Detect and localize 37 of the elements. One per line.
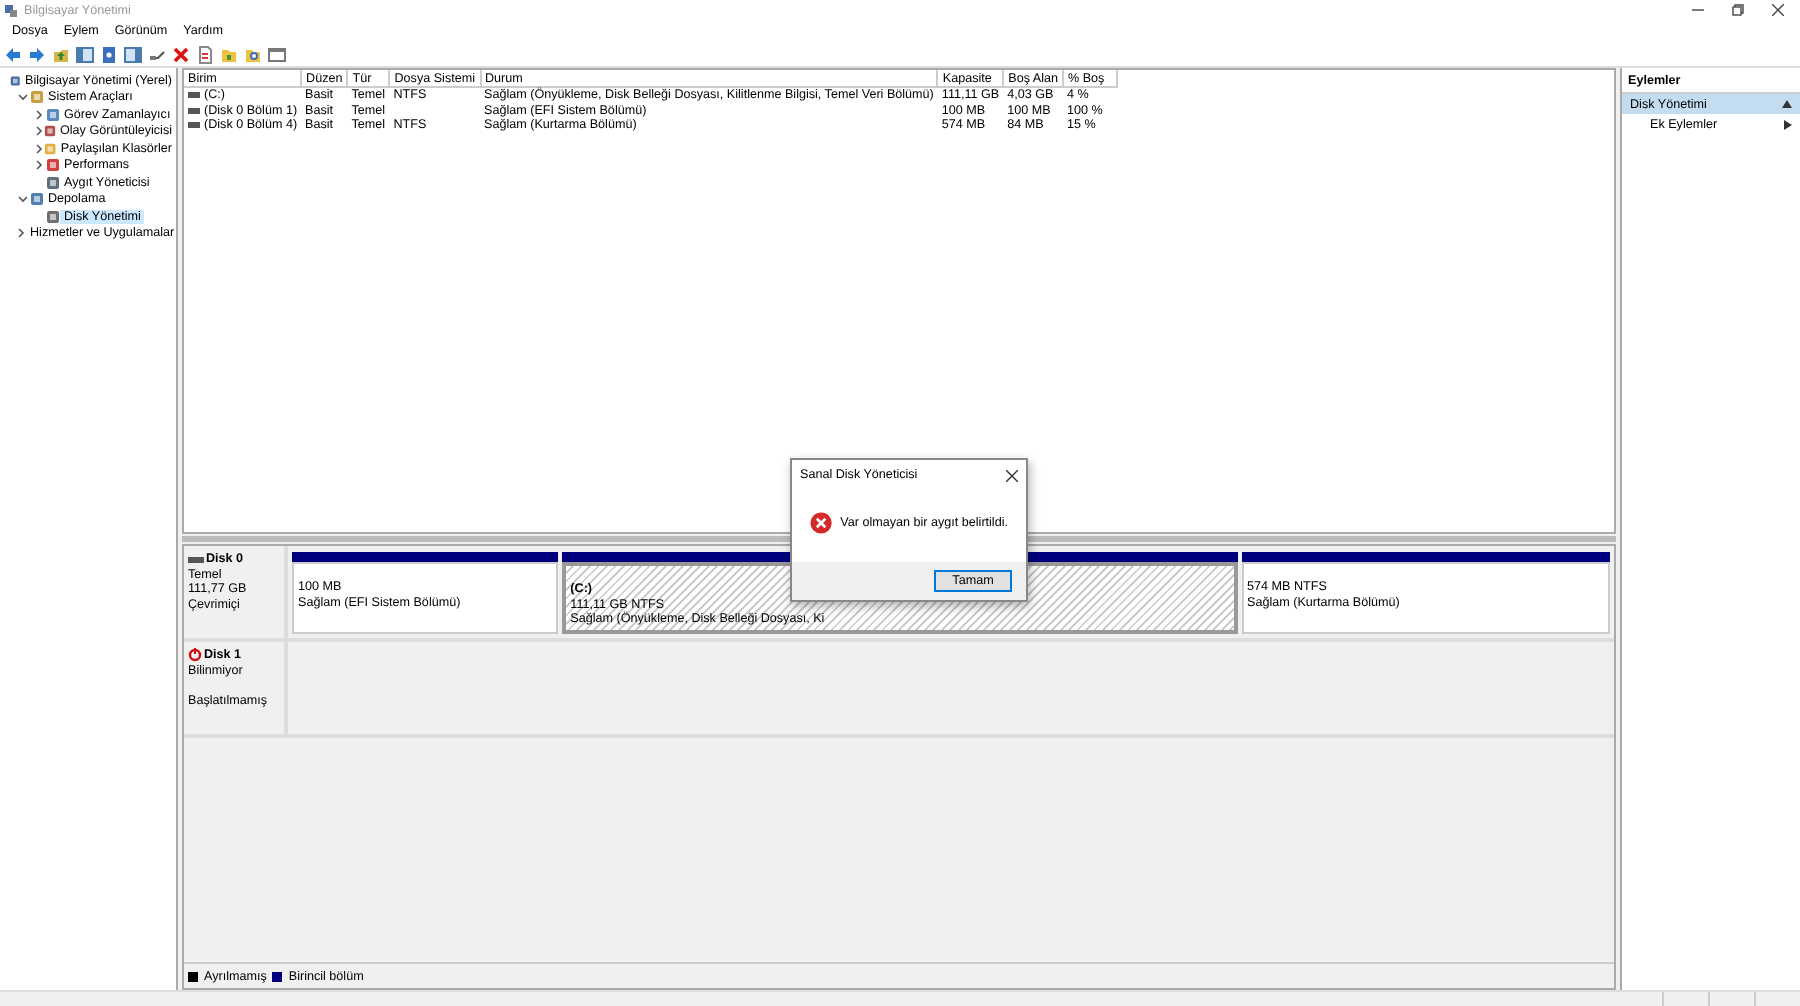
- submenu-arrow-icon: [1784, 119, 1792, 129]
- chevron-right-icon[interactable]: [33, 143, 44, 154]
- forward-arrow-icon[interactable]: [28, 45, 46, 63]
- search-folder-icon[interactable]: [244, 45, 262, 63]
- disk-icon: [46, 209, 60, 224]
- folder-up-icon[interactable]: [52, 45, 70, 63]
- folder-icon[interactable]: [220, 45, 238, 63]
- help-icon[interactable]: [100, 45, 118, 63]
- chevron-right-icon[interactable]: [33, 126, 43, 137]
- panel-icon[interactable]: [76, 45, 94, 63]
- chevron-right-icon[interactable]: [34, 109, 44, 120]
- computer-icon: [10, 73, 21, 88]
- gauge-icon: [46, 158, 60, 173]
- clock-icon: [46, 107, 60, 122]
- connect-icon[interactable]: [148, 45, 166, 63]
- chevron-right-icon[interactable]: [34, 160, 44, 171]
- delete-icon[interactable]: [172, 45, 190, 63]
- chevron-down-icon[interactable]: [18, 194, 28, 205]
- disk-drive-icon: [188, 555, 204, 564]
- chevron-right-icon[interactable]: [16, 228, 26, 239]
- restore-icon[interactable]: [1732, 4, 1744, 16]
- log-icon: [44, 124, 56, 139]
- close-icon[interactable]: [1006, 469, 1018, 481]
- chevron-down-icon[interactable]: [18, 92, 28, 103]
- document-icon[interactable]: [196, 45, 214, 63]
- error-icon: [810, 509, 833, 535]
- computer-management-icon: [4, 3, 18, 17]
- folder-icon: [44, 141, 57, 156]
- close-icon[interactable]: [1772, 4, 1784, 16]
- window-icon[interactable]: [268, 45, 286, 63]
- device-icon: [46, 175, 60, 190]
- minimize-icon[interactable]: [1692, 4, 1704, 16]
- panel-icon[interactable]: [124, 45, 142, 63]
- collapse-icon[interactable]: [1782, 100, 1792, 108]
- back-arrow-icon[interactable]: [4, 45, 22, 63]
- storage-icon: [30, 192, 44, 207]
- tools-icon: [30, 90, 44, 105]
